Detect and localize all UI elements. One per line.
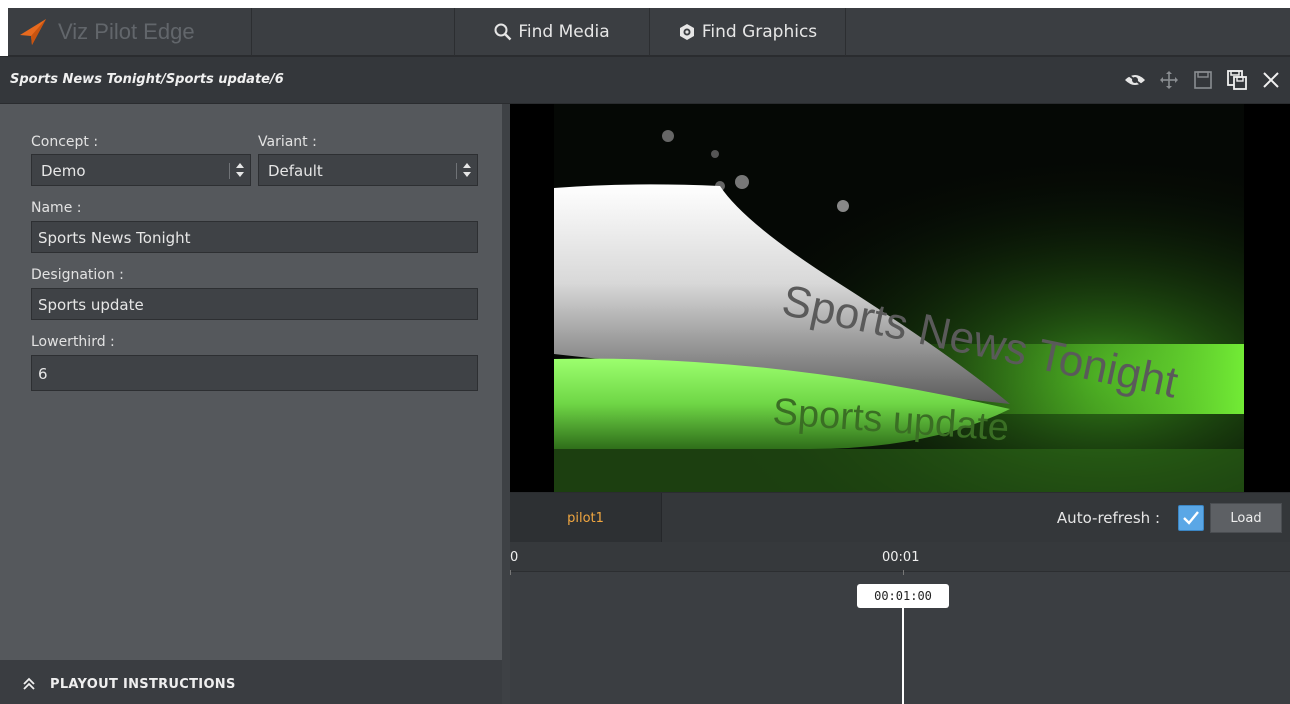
brand[interactable]: Viz Pilot Edge <box>8 8 252 56</box>
graphics-hexagon-icon <box>679 24 694 40</box>
timeline[interactable]: 0 00:01 00:01:00 <box>510 542 1290 704</box>
preview-render: Sports News Tonight Sports update <box>510 104 1290 492</box>
concept-select[interactable]: Demo <box>31 154 251 186</box>
auto-refresh-label: Auto-refresh : <box>1056 509 1160 527</box>
viz-logo-icon <box>20 19 46 45</box>
save-as-icon[interactable] <box>1226 69 1248 91</box>
app-name: Viz Pilot Edge <box>58 19 195 44</box>
find-media-button[interactable]: Find Media <box>454 8 650 56</box>
element-path: Sports News Tonight/Sports update/6 <box>10 72 284 87</box>
load-button[interactable]: Load <box>1210 503 1282 533</box>
move-icon[interactable] <box>1158 69 1180 91</box>
find-graphics-label: Find Graphics <box>701 22 818 42</box>
tick-mark <box>510 570 511 575</box>
tick-mark <box>903 570 904 575</box>
find-graphics-button[interactable]: Find Graphics <box>649 8 846 56</box>
playout-instructions-label: PLAYOUT INSTRUCTIONS <box>50 676 236 692</box>
close-icon[interactable] <box>1260 69 1282 91</box>
name-label: Name : <box>31 200 82 216</box>
checkmark-icon <box>1183 511 1199 525</box>
playout-instructions-toggle[interactable]: PLAYOUT INSTRUCTIONS <box>0 660 502 704</box>
name-field[interactable]: Sports News Tonight <box>31 221 478 253</box>
playhead-time[interactable]: 00:01:00 <box>857 584 949 608</box>
designation-field[interactable]: Sports update <box>31 288 478 320</box>
path-bar: Sports News Tonight/Sports update/6 <box>0 56 1290 104</box>
lowerthird-field[interactable]: 6 <box>31 355 478 391</box>
auto-refresh-checkbox[interactable] <box>1178 505 1204 531</box>
find-media-label: Find Media <box>518 22 610 42</box>
designation-label: Designation : <box>31 267 124 283</box>
preview-panel: Sports News Tonight Sports update pilot1… <box>502 104 1290 704</box>
timeline-ruler: 0 00:01 <box>510 542 1290 575</box>
variant-label: Variant : <box>258 134 317 150</box>
variant-select[interactable]: Default <box>258 154 478 186</box>
player-tabbar: pilot1 Auto-refresh : Load <box>510 492 1290 543</box>
path-toolbar <box>1124 69 1282 91</box>
lowerthird-label: Lowerthird : <box>31 334 115 350</box>
template-form-panel: Concept : Variant : Demo Default Name : … <box>0 104 502 704</box>
select-separator <box>229 163 230 179</box>
tick-label-1s: 00:01 <box>882 550 920 565</box>
concept-value: Demo <box>41 162 86 180</box>
updown-arrows-icon <box>236 163 244 177</box>
top-bar: Viz Pilot Edge Find Media Find Graphics <box>8 8 1290 56</box>
graphics-preview: Sports News Tonight Sports update <box>510 104 1290 492</box>
save-icon[interactable] <box>1192 69 1214 91</box>
tab-pilot1[interactable]: pilot1 <box>510 493 662 543</box>
variant-value: Default <box>268 162 323 180</box>
updown-arrows-icon <box>463 163 471 177</box>
concept-label: Concept : <box>31 134 99 150</box>
preview-toggle-icon[interactable] <box>1124 69 1146 91</box>
select-separator <box>456 163 457 179</box>
playhead-line[interactable] <box>902 608 904 704</box>
search-icon <box>494 23 512 41</box>
double-chevron-up-icon <box>23 677 35 690</box>
tick-label-start: 0 <box>510 550 519 565</box>
